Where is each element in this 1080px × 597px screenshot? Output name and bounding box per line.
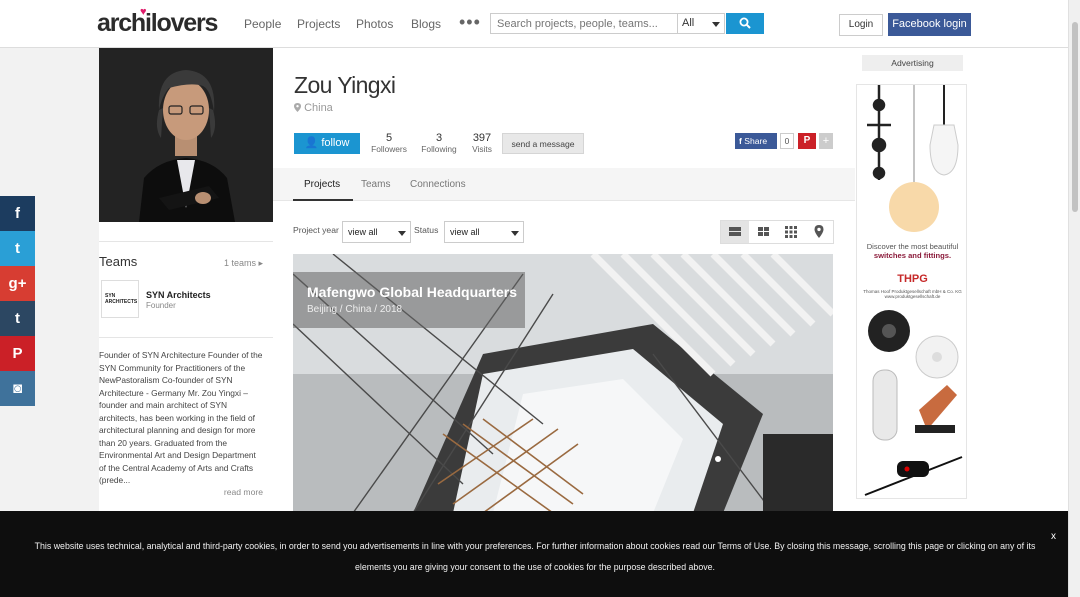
status-select[interactable]: view all	[444, 221, 524, 243]
twitter-icon[interactable]: t	[0, 231, 35, 266]
ad-brand-logo: THPG	[897, 273, 928, 285]
facebook-share-button[interactable]: f Share	[735, 133, 777, 149]
google-plus-icon[interactable]: g+	[0, 266, 35, 301]
medium-grid-button[interactable]	[749, 221, 777, 243]
map-view-button[interactable]	[805, 221, 833, 243]
nav-projects[interactable]: Projects	[297, 17, 340, 31]
share-label: Share	[744, 136, 768, 146]
large-view-button[interactable]	[721, 221, 749, 243]
nav-people[interactable]: People	[244, 17, 281, 31]
advertisement-banner[interactable]: Discover the most beautiful switches and…	[856, 84, 967, 499]
heart-icon: ♥	[140, 6, 147, 18]
location-pin-icon	[294, 103, 301, 112]
read-more-link[interactable]: read more	[224, 487, 263, 497]
tab-connections[interactable]: Connections	[410, 179, 466, 190]
project-year-value: view all	[348, 227, 378, 237]
facebook-icon[interactable]: f	[0, 196, 35, 231]
follow-label: follow	[321, 137, 350, 149]
chevron-down-icon	[398, 231, 406, 236]
status-label: Status	[414, 225, 439, 235]
project-title[interactable]: Mafengwo Global Headquarters	[307, 284, 517, 300]
login-button[interactable]: Login	[839, 14, 883, 36]
ad-brand-address: Thomas Hoof Produktgesellschaft mbH & Co…	[863, 289, 962, 299]
nav-photos[interactable]: Photos	[356, 17, 393, 31]
chevron-down-icon	[511, 231, 519, 236]
scrollbar-thumb[interactable]	[1072, 22, 1078, 212]
cookie-banner: This website uses technical, analytical …	[0, 511, 1068, 597]
project-year-label: Project year	[293, 225, 339, 235]
divider	[99, 337, 273, 338]
logo-text: archilovers	[97, 9, 218, 37]
grid-view-icon	[758, 227, 769, 236]
profile-tabs: Projects Teams Connections	[273, 168, 855, 201]
follow-button[interactable]: 👤 follow	[294, 133, 360, 154]
list-view-icon	[729, 227, 741, 236]
featured-project-image[interactable]: Mafengwo Global Headquarters Beijing / C…	[293, 254, 833, 513]
search-icon	[739, 17, 751, 29]
top-navbar: archilovers ♥ People Projects Photos Blog…	[0, 0, 1068, 48]
followers-label: Followers	[371, 144, 407, 154]
teams-count-link[interactable]: 1 teams ▸	[224, 258, 263, 269]
followers-count: 5	[385, 132, 393, 144]
following-label: Following	[421, 144, 457, 154]
small-grid-icon	[785, 226, 797, 238]
profile-main: Zou Yingxi China 👤 follow 5 Followers 3 …	[273, 48, 855, 513]
project-caption: Mafengwo Global Headquarters Beijing / C…	[293, 272, 525, 328]
close-icon[interactable]: x	[1051, 531, 1056, 542]
nav-blogs[interactable]: Blogs	[411, 17, 441, 31]
site-logo[interactable]: archilovers ♥	[97, 6, 218, 38]
view-mode-switch	[720, 220, 834, 244]
teams-count-text: 1 teams	[223, 258, 256, 268]
tab-teams[interactable]: Teams	[361, 179, 390, 190]
tab-projects[interactable]: Projects	[304, 179, 340, 190]
team-name[interactable]: SYN Architects	[146, 290, 211, 300]
ad-tagline: Discover the most beautiful switches and…	[857, 242, 966, 260]
following-count: 3	[435, 132, 443, 144]
profile-sidebar: Teams 1 teams ▸ SYN ARCHITECTS SYN Archi…	[99, 48, 273, 513]
facebook-login-button[interactable]: Facebook login	[888, 13, 971, 36]
visits-stat: 397 Visits	[467, 132, 497, 154]
pinterest-share-button[interactable]: P	[798, 133, 816, 149]
following-stat[interactable]: 3 Following	[418, 132, 460, 154]
tumblr-icon[interactable]: t	[0, 301, 35, 336]
location-text: China	[304, 102, 333, 114]
team-logo[interactable]: SYN ARCHITECTS	[101, 280, 139, 318]
pinterest-icon[interactable]: P	[0, 336, 35, 371]
search-scope-value: All	[682, 17, 695, 29]
active-tab-indicator	[293, 199, 353, 201]
instagram-icon[interactable]: ◙	[0, 371, 35, 406]
divider	[99, 241, 273, 242]
project-subtitle: Beijing / China / 2018	[307, 304, 403, 315]
search-input[interactable]	[490, 13, 678, 34]
profile-photo	[99, 48, 273, 222]
profile-name: Zou Yingxi	[294, 72, 396, 98]
status-value: view all	[450, 227, 480, 237]
visits-label: Visits	[472, 144, 492, 154]
more-menu-icon[interactable]: •••	[459, 12, 481, 33]
map-pin-icon	[814, 225, 824, 238]
send-message-button[interactable]: send a message	[502, 133, 584, 154]
teams-heading: Teams	[99, 254, 138, 269]
biography-text: Founder of SYN Architecture Founder of t…	[99, 350, 263, 485]
chevron-down-icon	[712, 22, 720, 27]
visits-count: 397	[472, 132, 492, 144]
search-scope-select[interactable]: All	[677, 13, 725, 34]
project-year-select[interactable]: view all	[342, 221, 411, 243]
page-scrollbar[interactable]	[1068, 0, 1080, 597]
ad-line-2: switches and fittings.	[873, 251, 952, 260]
team-role: Founder	[146, 301, 176, 310]
more-share-button[interactable]: +	[819, 133, 833, 149]
ad-sidebar: Advertising Discover the most beautiful …	[855, 48, 1068, 513]
search-button[interactable]	[726, 13, 764, 34]
add-user-icon: 👤	[304, 137, 319, 149]
ad-line-1: Discover the most beautiful	[866, 242, 959, 251]
followers-stat[interactable]: 5 Followers	[369, 132, 409, 154]
small-grid-button[interactable]	[777, 221, 805, 243]
cookie-notice-text: This website uses technical, analytical …	[34, 541, 1036, 572]
facebook-icon: f	[739, 136, 742, 146]
advertising-label: Advertising	[862, 55, 963, 71]
share-count: 0	[780, 133, 794, 149]
profile-location: China	[294, 102, 333, 114]
